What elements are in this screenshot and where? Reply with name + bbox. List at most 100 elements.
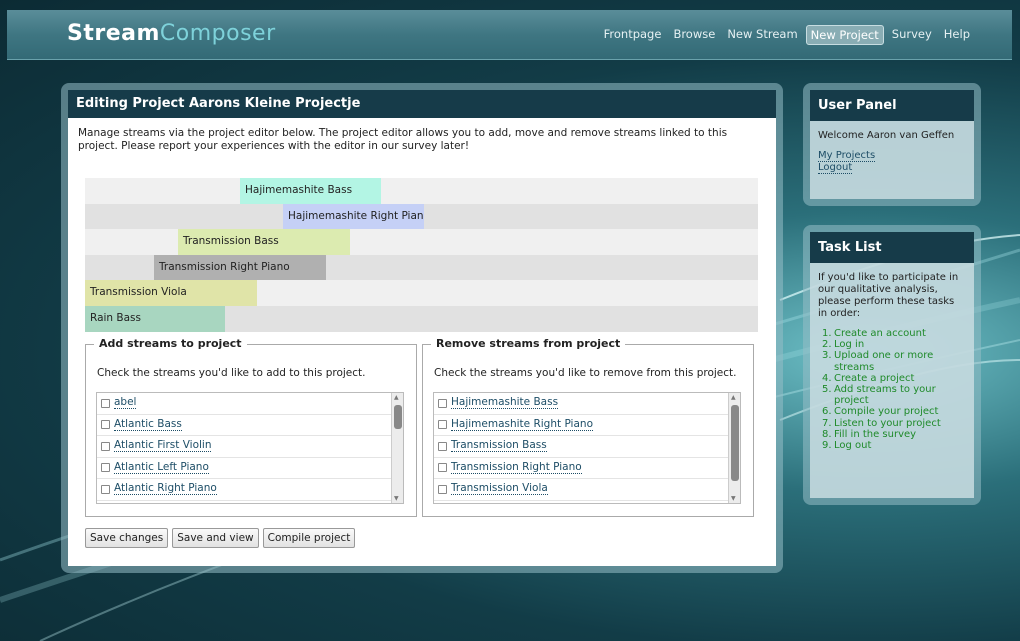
site-header: StreamComposer Frontpage Browse New Stre… [7,10,1012,60]
list-item[interactable]: Atlantic First Violin [97,436,403,458]
stream-link[interactable]: Transmission Right Piano [451,461,582,474]
stream-link[interactable]: Transmission Viola [451,483,548,496]
checkbox[interactable] [101,398,110,408]
timeline-track: Transmission Viola [85,280,758,306]
checkbox[interactable] [101,441,110,451]
editor-title: Editing Project Aarons Kleine Projectje [68,90,776,118]
checkbox[interactable] [438,420,447,430]
checkbox[interactable] [438,484,447,494]
save-and-view-button[interactable]: Save and view [172,528,259,548]
timeline-stream[interactable]: Rain Bass [85,305,225,332]
welcome-text: Welcome Aaron van Geffen [818,130,955,141]
scroll-up-icon[interactable]: ▲ [731,394,736,401]
stream-link[interactable]: Atlantic First Violin [114,440,212,453]
task-list-title: Task List [810,232,974,263]
checkbox[interactable] [101,484,110,494]
checkbox[interactable] [438,441,447,451]
nav-new-stream[interactable]: New Stream [723,25,801,45]
add-streams-list[interactable]: abel Atlantic Bass Atlantic First Violin… [96,392,404,504]
logout-link[interactable]: Logout [818,162,853,174]
checkbox[interactable] [101,463,110,473]
nav-new-project[interactable]: New Project [805,25,884,45]
scroll-thumb[interactable] [731,405,739,481]
task-item: 6. Compile your project [818,406,966,417]
stream-link[interactable]: Atlantic Right Piano [114,483,217,496]
list-item[interactable]: abel [97,393,403,415]
remove-streams-fieldset: Remove streams from project Check the st… [422,337,754,517]
editor-actions: Save changes Save and view Compile proje… [85,528,356,548]
task-number: 4. [822,372,832,384]
task-item: 8. Fill in the survey [818,429,966,440]
list-item[interactable] [434,501,740,504]
task-text: Add streams to your project [834,384,936,407]
project-timeline: Hajimemashite Bass Hajimemashite Right P… [85,178,758,332]
list-item[interactable]: Atlantic Left Piano [97,458,403,479]
timeline-track: Transmission Bass [85,229,758,255]
task-number: 7. [822,417,832,429]
checkbox[interactable] [101,420,110,430]
stream-link[interactable]: Hajimemashite Right Piano [451,418,593,431]
nav-frontpage[interactable]: Frontpage [600,25,666,45]
stream-link[interactable]: abel [114,397,137,410]
task-number: 3. [822,350,832,362]
timeline-stream[interactable]: Hajimemashite Bass [240,178,381,204]
remove-list-scrollbar[interactable]: ▲ ▼ [728,393,740,503]
task-text: Upload one or more streams [834,350,934,373]
timeline-stream[interactable]: Transmission Right Piano [154,254,326,281]
add-list-scrollbar[interactable]: ▲ ▼ [391,393,403,503]
list-item[interactable]: Transmission Viola [434,479,740,501]
list-item[interactable]: Transmission Right Piano [434,458,740,479]
timeline-stream[interactable]: Hajimemashite Right Piano [283,203,424,230]
site-logo[interactable]: StreamComposer [67,21,276,46]
list-item[interactable] [97,501,403,504]
add-streams-fieldset: Add streams to project Check the streams… [85,337,417,517]
task-list-intro: If you'd like to participate in our qual… [818,272,959,319]
task-number: 1. [822,328,832,339]
list-item[interactable]: Atlantic Right Piano [97,479,403,501]
remove-streams-legend: Remove streams from project [431,337,626,350]
task-list-panel: Task List If you'd like to participate i… [810,232,974,498]
scroll-thumb[interactable] [394,405,402,429]
user-panel-title: User Panel [810,90,974,121]
task-list: 1. Create an account 2. Log in 3. Upload on… [818,328,966,451]
stream-link[interactable]: Atlantic Left Piano [114,461,209,474]
task-text: Listen to your project [834,417,941,429]
list-item[interactable]: Hajimemashite Right Piano [434,415,740,436]
stream-link[interactable]: Hajimemashite Bass [451,397,559,410]
scroll-down-icon[interactable]: ▼ [731,495,736,502]
nav-browse[interactable]: Browse [669,25,719,45]
user-panel-body: Welcome Aaron van Geffen My Projects Log… [810,121,974,183]
nav-help[interactable]: Help [940,25,974,45]
stream-link[interactable]: Atlantic Bass [114,418,182,431]
checkbox[interactable] [438,398,447,408]
scroll-down-icon[interactable]: ▼ [394,495,399,502]
list-item[interactable]: Atlantic Bass [97,415,403,436]
scroll-up-icon[interactable]: ▲ [394,394,399,401]
timeline-stream[interactable]: Transmission Bass [178,229,350,255]
task-text: Compile your project [834,406,939,418]
editor-panel: Editing Project Aarons Kleine Projectje … [68,90,776,566]
logo-text-light: Composer [159,21,276,46]
remove-streams-list[interactable]: Hajimemashite Bass Hajimemashite Right P… [433,392,741,504]
timeline-track: Transmission Right Piano [85,254,758,281]
list-item[interactable]: Hajimemashite Bass [434,393,740,415]
add-streams-description: Check the streams you'd like to add to t… [97,367,366,379]
checkbox[interactable] [438,463,447,473]
task-item: 1. Create an account [818,328,966,339]
editor-frame: Editing Project Aarons Kleine Projectje … [61,83,783,573]
task-number: 2. [822,339,832,351]
timeline-stream[interactable]: Transmission Viola [85,280,257,306]
logo-text-bold: Stream [67,21,160,46]
remove-streams-description: Check the streams you'd like to remove f… [434,367,737,379]
task-item: 7. Listen to your project [818,418,966,429]
task-number: 5. [822,384,832,396]
task-item: 9. Log out [818,440,966,451]
stream-link[interactable]: Transmission Bass [451,440,547,453]
save-changes-button[interactable]: Save changes [85,528,169,548]
nav-survey[interactable]: Survey [888,25,936,45]
timeline-track: Hajimemashite Bass [85,178,758,204]
task-text: Log in [834,339,865,351]
list-item[interactable]: Transmission Bass [434,436,740,458]
compile-project-button[interactable]: Compile project [262,528,356,548]
my-projects-link[interactable]: My Projects [818,150,876,162]
